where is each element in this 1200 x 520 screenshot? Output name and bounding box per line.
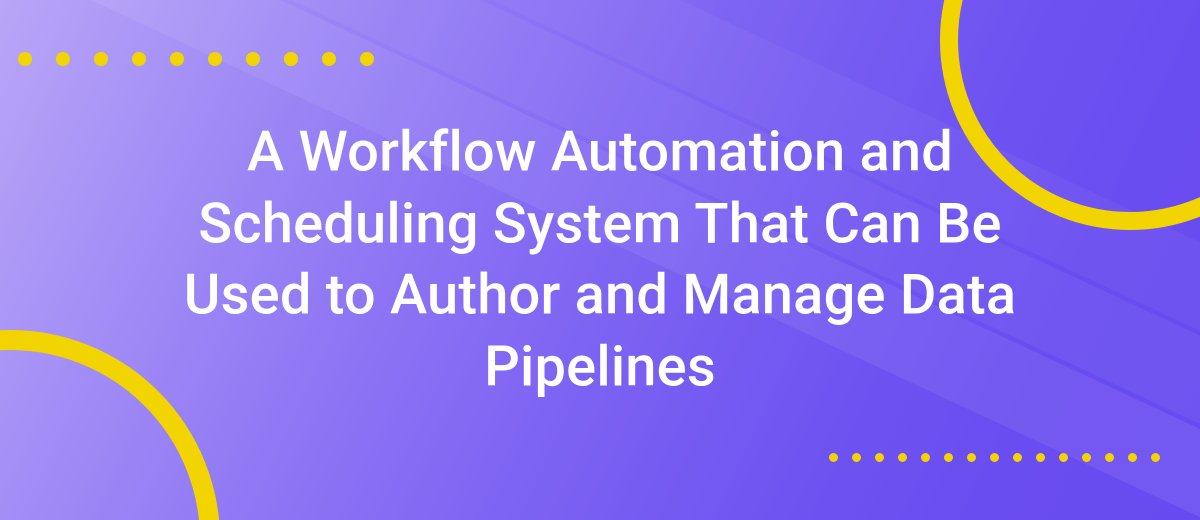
decorative-dot bbox=[360, 52, 374, 66]
dot-row-bottom bbox=[829, 453, 1160, 462]
decorative-dot bbox=[322, 52, 336, 66]
decorative-dot bbox=[1082, 453, 1091, 462]
decorative-dot bbox=[875, 453, 884, 462]
decorative-dot bbox=[284, 52, 298, 66]
decorative-dot bbox=[829, 453, 838, 462]
decorative-dot bbox=[898, 453, 907, 462]
decorative-dot bbox=[1151, 453, 1160, 462]
banner-graphic: A Workflow Automation and Scheduling Sys… bbox=[0, 0, 1200, 520]
decorative-dot bbox=[1105, 453, 1114, 462]
decorative-dot bbox=[990, 453, 999, 462]
decorative-dot bbox=[852, 453, 861, 462]
dot-row-top bbox=[18, 52, 380, 66]
decorative-dot bbox=[944, 453, 953, 462]
banner-title: A Workflow Automation and Scheduling Sys… bbox=[150, 117, 1050, 404]
decorative-dot bbox=[18, 52, 32, 66]
decorative-dot bbox=[921, 453, 930, 462]
decorative-dot bbox=[246, 52, 260, 66]
decorative-dot bbox=[208, 52, 222, 66]
decorative-dot bbox=[132, 52, 146, 66]
decorative-dot bbox=[94, 52, 108, 66]
decorative-dot bbox=[967, 453, 976, 462]
decorative-dot bbox=[1013, 453, 1022, 462]
decorative-dot bbox=[1059, 453, 1068, 462]
decorative-dot bbox=[56, 52, 70, 66]
decorative-dot bbox=[1036, 453, 1045, 462]
decorative-dot bbox=[170, 52, 184, 66]
decorative-dot bbox=[1128, 453, 1137, 462]
